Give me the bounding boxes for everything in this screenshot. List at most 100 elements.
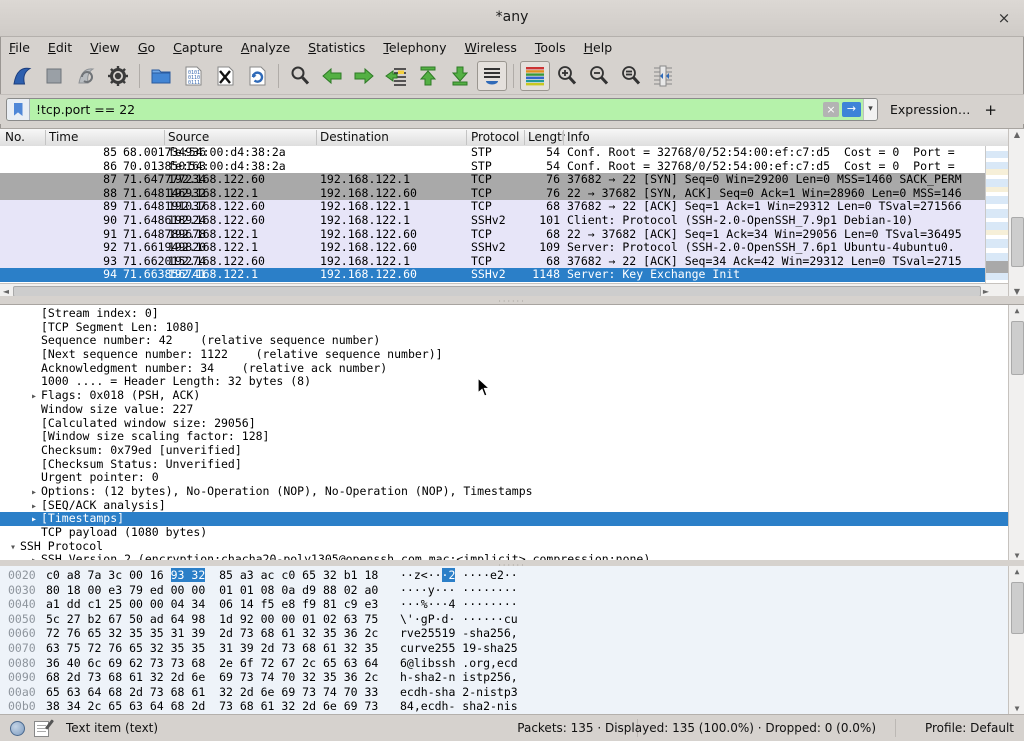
go-forward-button[interactable] (349, 61, 379, 91)
packet-row-90[interactable]: 9071.648618924192.168.122.60192.168.122.… (0, 214, 985, 228)
detail-line[interactable]: Window size value: 227 (0, 403, 1008, 417)
colorize-button[interactable] (520, 61, 550, 91)
hex-row-0040[interactable]: 0040a1 dd c1 25 00 00 04 34 06 14 f5 e8 … (0, 597, 1008, 612)
menu-edit[interactable]: Edit (39, 38, 81, 57)
hex-row-0050[interactable]: 00505c 27 b2 67 50 ad 64 98 1d 92 00 00 … (0, 612, 1008, 627)
column-header-no[interactable]: No. (5, 130, 45, 144)
filter-apply-icon[interactable]: → (842, 102, 861, 117)
zoom-in-button[interactable] (552, 61, 582, 91)
detail-line[interactable]: Acknowledgment number: 34 (relative ack … (0, 362, 1008, 376)
hex-row-00b0[interactable]: 00b038 34 2c 65 63 64 68 2d 73 68 61 32 … (0, 699, 1008, 714)
bytes-vscrollbar[interactable]: ▲ ▼ (1008, 566, 1024, 714)
close-icon[interactable]: × (994, 8, 1014, 28)
detail-line[interactable]: TCP payload (1080 bytes) (0, 526, 1008, 540)
hex-row-00a0[interactable]: 00a065 63 64 68 2d 73 68 61 32 2d 6e 69 … (0, 685, 1008, 700)
hex-row-0030[interactable]: 003080 18 00 e3 79 ed 00 00 01 01 08 0a … (0, 583, 1008, 598)
column-header-destination[interactable]: Destination (320, 130, 467, 144)
auto-scroll-button[interactable] (477, 61, 507, 91)
column-divider[interactable] (563, 130, 564, 145)
column-divider[interactable] (524, 130, 525, 145)
detail-line[interactable]: [Stream index: 0] (0, 307, 1008, 321)
detail-line[interactable]: ▸Flags: 0x018 (PSH, ACK) (0, 389, 1008, 403)
profile-label[interactable]: Profile: Default (925, 721, 1014, 735)
add-filter-button[interactable]: + (984, 101, 997, 119)
column-divider[interactable] (466, 130, 467, 145)
filter-value[interactable]: !tcp.port == 22 (30, 102, 823, 117)
go-back-button[interactable] (317, 61, 347, 91)
column-header-source[interactable]: Source (168, 130, 316, 144)
packet-row-91[interactable]: 9171.648789678192.168.122.1192.168.122.6… (0, 228, 985, 242)
hex-row-0090[interactable]: 009068 2d 73 68 61 32 2d 6e 69 73 74 70 … (0, 670, 1008, 685)
menu-wireless[interactable]: Wireless (456, 38, 526, 57)
detail-line[interactable]: ▸Options: (12 bytes), No-Operation (NOP)… (0, 485, 1008, 499)
menu-statistics[interactable]: Statistics (299, 38, 374, 57)
detail-line[interactable]: 1000 .... = Header Length: 32 bytes (8) (0, 375, 1008, 389)
menu-analyze[interactable]: Analyze (232, 38, 299, 57)
packet-row-89[interactable]: 8971.648191037192.168.122.60192.168.122.… (0, 200, 985, 214)
detail-line-selected[interactable]: ▸[Timestamps] (0, 512, 1008, 526)
packet-row-94[interactable]: 9471.663856741192.168.122.1192.168.122.6… (0, 268, 985, 282)
scrollbar-thumb[interactable] (1011, 582, 1024, 634)
capture-options-button[interactable] (103, 61, 133, 91)
filter-bookmark-button[interactable] (7, 99, 30, 120)
expert-info-icon[interactable] (10, 721, 25, 736)
save-file-button[interactable]: 010101100111 (178, 61, 208, 91)
filter-dropdown-icon[interactable]: ▾ (863, 99, 877, 120)
packet-row-93[interactable]: 9371.662015274192.168.122.60192.168.122.… (0, 255, 985, 269)
menu-file[interactable]: File (0, 38, 39, 57)
column-divider[interactable] (316, 130, 317, 145)
detail-line[interactable]: [Checksum Status: Unverified] (0, 458, 1008, 472)
scrollbar-thumb[interactable] (1011, 217, 1024, 267)
find-packet-button[interactable] (285, 61, 315, 91)
menu-telephony[interactable]: Telephony (374, 38, 455, 57)
column-header-protocol[interactable]: Protocol (471, 130, 524, 144)
hex-row-0020[interactable]: 0020c0 a8 7a 3c 00 16 93 32 85 a3 ac c0 … (0, 568, 1008, 583)
detail-line[interactable]: Urgent pointer: 0 (0, 471, 1008, 485)
expander-closed-icon[interactable]: ▸ (27, 390, 41, 404)
reload-file-button[interactable] (242, 61, 272, 91)
details-vscrollbar[interactable]: ▲ ▼ (1008, 305, 1024, 561)
go-to-packet-button[interactable] (381, 61, 411, 91)
zoom-original-button[interactable] (616, 61, 646, 91)
capture-comment-icon[interactable] (34, 721, 49, 737)
column-header-length[interactable]: Length (528, 130, 565, 144)
detail-line[interactable]: [Window size scaling factor: 128] (0, 430, 1008, 444)
menu-tools[interactable]: Tools (526, 38, 575, 57)
menu-view[interactable]: View (81, 38, 129, 57)
column-header-info[interactable]: Info (567, 130, 997, 144)
scrollbar-thumb[interactable] (1011, 321, 1024, 375)
expander-closed-icon[interactable]: ▸ (27, 500, 41, 514)
stop-capture-button[interactable] (39, 61, 69, 91)
expander-open-icon[interactable]: ▾ (6, 541, 20, 555)
detail-line[interactable]: [Calculated window size: 29056] (0, 417, 1008, 431)
close-file-button[interactable] (210, 61, 240, 91)
column-divider[interactable] (164, 130, 165, 145)
detail-line[interactable]: ▾SSH Protocol (0, 540, 1008, 554)
menu-go[interactable]: Go (129, 38, 164, 57)
go-first-button[interactable] (413, 61, 443, 91)
packet-row-87[interactable]: 8771.647777234192.168.122.60192.168.122.… (0, 173, 985, 187)
detail-line[interactable]: [TCP Segment Len: 1080] (0, 321, 1008, 335)
menu-capture[interactable]: Capture (164, 38, 232, 57)
detail-line[interactable]: [Next sequence number: 1122 (relative se… (0, 348, 1008, 362)
detail-line[interactable]: Sequence number: 42 (relative sequence n… (0, 334, 1008, 348)
packet-row-86[interactable]: 8670.013850163fe:54:00:d4:38:2aSTP54Conf… (0, 160, 985, 174)
pane-splitter[interactable]: ······ (0, 296, 1024, 304)
zoom-out-button[interactable] (584, 61, 614, 91)
hex-row-0080[interactable]: 008036 40 6c 69 62 73 73 68 2e 6f 72 67 … (0, 656, 1008, 671)
menu-help[interactable]: Help (575, 38, 622, 57)
detail-line[interactable]: Checksum: 0x79ed [unverified] (0, 444, 1008, 458)
filter-clear-icon[interactable]: × (823, 102, 839, 117)
expression-button[interactable]: Expression… (890, 102, 970, 117)
expander-closed-icon[interactable]: ▸ (27, 486, 41, 500)
start-capture-button[interactable] (7, 61, 37, 91)
display-filter-input[interactable]: !tcp.port == 22 × → ▾ (6, 98, 878, 121)
resize-columns-button[interactable] (648, 61, 678, 91)
packet-list-header[interactable]: No.TimeSourceDestinationProtocolLengthIn… (0, 129, 1008, 147)
packet-row-92[interactable]: 9271.661949820192.168.122.1192.168.122.6… (0, 241, 985, 255)
restart-capture-button[interactable] (71, 61, 101, 91)
packet-row-88[interactable]: 8871.648146932192.168.122.1192.168.122.6… (0, 187, 985, 201)
hex-row-0070[interactable]: 007063 75 72 76 65 32 35 35 31 39 2d 73 … (0, 641, 1008, 656)
column-divider[interactable] (45, 130, 46, 145)
expander-closed-icon[interactable]: ▸ (27, 513, 41, 527)
